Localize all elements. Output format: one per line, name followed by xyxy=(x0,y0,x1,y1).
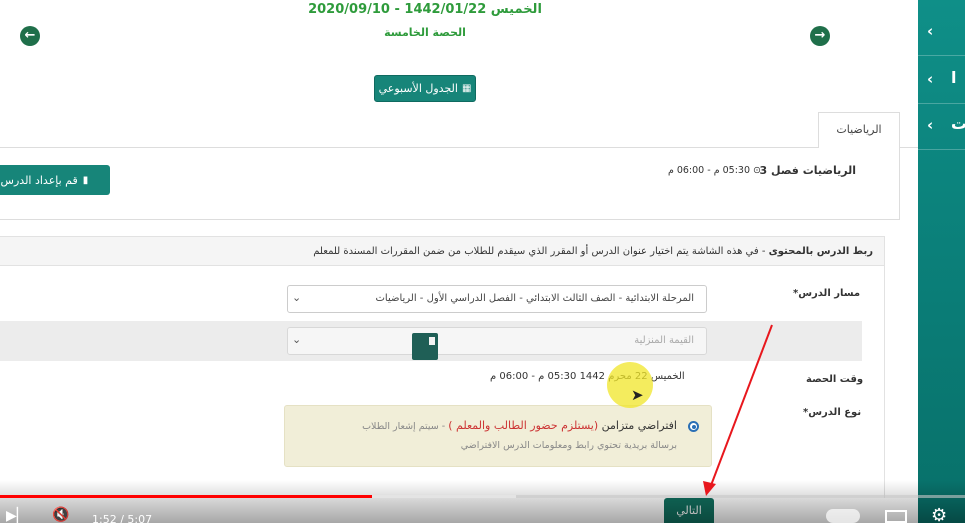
lesson-type-subtext: برسالة بريدية تحتوي رابط ومعلومات الدرس … xyxy=(460,440,677,451)
virtual-sync-radio[interactable] xyxy=(688,421,699,432)
lesson-time-value: 05:30 م - 06:00 م xyxy=(667,165,750,176)
date-line: الخميس 1442/01/22 - 2020/09/10 xyxy=(308,2,542,17)
link-content-title: ربط الدرس بالمحتوى - في هذه الشاشة يتم ا… xyxy=(313,246,873,257)
link-content-title-bold: ربط الدرس بالمحتوى xyxy=(768,246,873,257)
weekly-schedule-label: الجدول الأسبوعي xyxy=(378,82,458,95)
period-label: الحصة الخامسة xyxy=(384,26,466,39)
link-content-header: ربط الدرس بالمحتوى - في هذه الشاشة يتم ا… xyxy=(0,236,885,266)
sidebar-item-label: ت xyxy=(951,114,965,133)
lesson-path-label: مسار الدرس* xyxy=(793,288,861,299)
arrow-left-circle-icon[interactable]: ← xyxy=(20,26,40,46)
sidebar-item-label: ا xyxy=(951,68,957,87)
homework-value: القيمة المنزلية xyxy=(634,335,694,346)
period-time-label: وقت الحصة xyxy=(806,374,864,385)
autoplay-toggle[interactable] xyxy=(826,509,860,523)
video-time: 1:52 / 5:07 xyxy=(92,513,153,523)
document-icon xyxy=(412,333,438,360)
chevron-down-icon: ⌄ xyxy=(292,333,302,346)
clock-icon: ⊙ xyxy=(753,165,761,176)
sidebar-item-2[interactable]: ‹ ا xyxy=(918,58,965,104)
lesson-path-value: المرحلة الابتدائية - الصف الثالث الابتدا… xyxy=(375,293,694,304)
gear-icon[interactable]: ⚙ xyxy=(931,505,947,523)
skip-next-icon[interactable]: ▶▏ xyxy=(6,508,28,523)
video-progress-bar[interactable] xyxy=(0,495,965,498)
mute-icon[interactable]: 🔇 xyxy=(52,507,69,523)
chevron-down-icon: ⌄ xyxy=(292,291,302,304)
period-time-value: الخميس 22 محرم 1442 05:30 م - 06:00 م xyxy=(490,371,685,382)
arrow-right-circle-icon[interactable]: → xyxy=(810,26,830,46)
subtitles-icon[interactable] xyxy=(885,510,907,523)
lesson-type-note: - سيتم إشعار الطلاب xyxy=(362,421,449,432)
right-sidebar: ‹ ‹ ا ‹ ت xyxy=(918,0,965,523)
chevron-left-icon: ‹ xyxy=(927,116,934,134)
main-panel: الخميس 1442/01/22 - 2020/09/10 الحصة الخ… xyxy=(0,0,918,523)
mouse-pointer-icon: ➤ xyxy=(631,386,644,404)
lesson-type-option[interactable]: افتراضي متزامن (يستلزم حضور الطالب والمع… xyxy=(284,405,712,467)
lesson-type-requirement: (يستلزم حضور الطالب والمعلم ) xyxy=(448,419,599,432)
tab-bar: الرياضيات xyxy=(0,112,918,149)
video-played-bar xyxy=(0,495,372,498)
prepare-lesson-label: قم بإعداد الدرس ا xyxy=(0,173,78,187)
prepare-lesson-button[interactable]: ▮ قم بإعداد الدرس ا xyxy=(0,165,110,195)
chevron-left-icon: ‹ xyxy=(927,70,934,88)
book-icon: ▮ xyxy=(82,174,89,186)
weekly-schedule-button[interactable]: ▦ الجدول الأسبوعي xyxy=(374,75,476,102)
lesson-time: ⊙ 05:30 م - 06:00 م xyxy=(668,165,761,176)
lesson-type-main: افتراضي متزامن xyxy=(598,419,677,432)
next-button[interactable]: التالي xyxy=(664,498,714,523)
cursor-highlight xyxy=(607,362,653,408)
chevron-left-icon: ‹ xyxy=(927,22,934,40)
lesson-info-card: الرياضيات فصل 3 ⊙ 05:30 م - 06:00 م xyxy=(0,148,900,220)
sidebar-item-1[interactable]: ‹ xyxy=(918,10,965,56)
homework-select[interactable]: القيمة المنزلية ⌄ xyxy=(287,327,707,355)
lesson-type-label: نوع الدرس* xyxy=(803,407,862,418)
lesson-path-select[interactable]: المرحلة الابتدائية - الصف الثالث الابتدا… xyxy=(287,285,707,313)
calendar-icon: ▦ xyxy=(461,83,472,94)
sidebar-item-3[interactable]: ‹ ت xyxy=(918,104,965,150)
link-content-title-desc: - في هذه الشاشة يتم اختيار عنوان الدرس أ… xyxy=(313,246,769,257)
lesson-type-text: افتراضي متزامن (يستلزم حضور الطالب والمع… xyxy=(362,419,677,432)
tab-math[interactable]: الرياضيات xyxy=(818,112,900,149)
lesson-name: الرياضيات فصل 3 xyxy=(759,164,856,177)
